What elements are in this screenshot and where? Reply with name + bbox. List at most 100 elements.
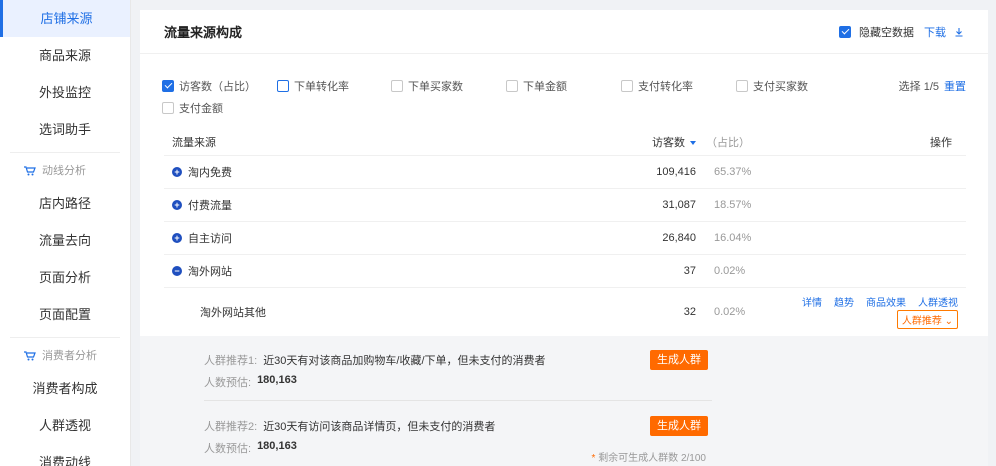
recommend-desc: 近30天有访问该商品详情页，但未支付的消费者 <box>263 421 496 433</box>
recommend-desc: 近30天有对该商品加购物车/收藏/下单，但未支付的消费者 <box>263 355 546 367</box>
source-name: 付费流量 <box>188 200 232 212</box>
remaining-text: 剩余可生成人群数 2/100 <box>598 453 706 464</box>
col-source-header: 流量来源 <box>172 136 216 149</box>
sidebar-item-product-source[interactable]: 商品来源 <box>0 37 130 74</box>
download-icon[interactable] <box>954 27 964 37</box>
panel-header: 流量来源构成 隐藏空数据 下载 <box>140 10 988 54</box>
table-header: 流量来源 访客数 （占比） 操作 <box>164 128 966 156</box>
crowd-recommend-label: 人群推荐 <box>901 316 942 327</box>
metric-checkbox[interactable] <box>277 80 289 92</box>
generate-crowd-button[interactable]: 生成人群 <box>650 350 708 370</box>
hide-empty-checkbox[interactable] <box>839 25 851 38</box>
visitors-value: 109,416 <box>656 166 696 178</box>
recommend-label: 人群推荐1: <box>204 355 258 367</box>
traffic-table: 流量来源 访客数 （占比） 操作 + 淘内免费 109,416 65.37% +… <box>164 128 966 336</box>
expand-icon[interactable]: + <box>172 167 182 177</box>
crowd-recommend-panel: 人群推荐1: 近30天有对该商品加购物车/收藏/下单，但未支付的消费者 人数预估… <box>140 336 988 466</box>
metric-checkbox[interactable] <box>506 80 518 92</box>
metric-checkbox[interactable] <box>162 102 174 114</box>
trend-link[interactable]: 趋势 <box>834 294 854 309</box>
detail-link[interactable]: 详情 <box>802 294 822 309</box>
metric-checkbox[interactable] <box>162 80 174 92</box>
table-sub-row: 淘外网站其他 32 0.02% 详情 趋势 商品效果 人群透视 人群推荐 ⌄ <box>164 288 966 336</box>
reset-link[interactable]: 重置 <box>944 78 966 94</box>
visitors-value: 26,840 <box>662 232 696 244</box>
sidebar-item-page-analysis[interactable]: 页面分析 <box>0 259 130 296</box>
metric-label: 访客数（占比） <box>179 81 256 93</box>
metric-order-buyers[interactable]: 下单买家数 <box>391 78 463 94</box>
col-visitors-label: 访客数 <box>652 136 685 149</box>
estimate-value: 180,163 <box>257 440 297 452</box>
sidebar-item-consumer-composition[interactable]: 消费者构成 <box>0 370 130 407</box>
crowd-recommend-dropdown[interactable]: 人群推荐 ⌄ <box>896 310 958 329</box>
metric-checkbox[interactable] <box>391 80 403 92</box>
row-actions: 详情 趋势 商品效果 人群透视 <box>802 294 958 309</box>
metric-order-amount[interactable]: 下单金额 <box>506 78 567 94</box>
sidebar-item-consumer-path[interactable]: 消费动线 <box>0 444 130 466</box>
cart-icon <box>24 166 36 176</box>
metric-label: 支付金额 <box>179 103 223 115</box>
pct-value: 0.02% <box>714 265 746 277</box>
pct-value: 0.02% <box>714 306 746 318</box>
col-op-header: 操作 <box>930 136 952 149</box>
collapse-icon[interactable]: − <box>172 266 182 276</box>
recommend-item-1: 人群推荐1: 近30天有对该商品加购物车/收藏/下单，但未支付的消费者 人数预估… <box>204 352 904 390</box>
product-effect-link[interactable]: 商品效果 <box>866 294 906 309</box>
visitors-value: 31,087 <box>662 199 696 211</box>
crowd-insight-link[interactable]: 人群透视 <box>918 294 958 309</box>
source-name: 淘内免费 <box>188 167 232 179</box>
sidebar-section-consumer: 消费者分析 <box>0 342 130 370</box>
estimate-label: 人数预估: <box>204 377 252 389</box>
download-link[interactable]: 下载 <box>924 24 946 40</box>
source-name: 自主访问 <box>188 233 232 245</box>
metric-checkbox[interactable] <box>736 80 748 92</box>
sidebar-item-store-path[interactable]: 店内路径 <box>0 185 130 222</box>
metric-label: 支付转化率 <box>638 81 693 93</box>
sidebar-section-flow: 动线分析 <box>0 157 130 185</box>
remaining-crowd-count: * 剩余可生成人群数 2/100 <box>592 449 707 464</box>
sidebar-item-traffic-destination[interactable]: 流量去向 <box>0 222 130 259</box>
page-title: 流量来源构成 <box>164 25 243 40</box>
metric-label: 下单买家数 <box>408 81 463 93</box>
hide-empty-label[interactable]: 隐藏空数据 <box>859 24 914 40</box>
expand-icon[interactable]: + <box>172 200 182 210</box>
remaining-star: * <box>591 453 596 464</box>
sidebar-divider <box>10 152 120 153</box>
metric-visitors[interactable]: 访客数（占比） <box>162 78 256 94</box>
metric-order-conversion[interactable]: 下单转化率 <box>277 78 349 94</box>
metric-pay-amount[interactable]: 支付金额 <box>162 100 223 116</box>
generate-crowd-button[interactable]: 生成人群 <box>650 416 708 436</box>
expand-icon[interactable]: + <box>172 233 182 243</box>
sidebar-item-external-monitor[interactable]: 外投监控 <box>0 74 130 111</box>
recommend-label: 人群推荐2: <box>204 421 258 433</box>
col-pct-header: （占比） <box>706 136 750 149</box>
pct-value: 16.04% <box>714 232 752 244</box>
recommend-divider <box>204 400 712 401</box>
selection-count: 选择 1/5 <box>898 81 939 93</box>
pct-value: 65.37% <box>714 166 752 178</box>
sidebar-section-label: 动线分析 <box>42 165 86 177</box>
source-name: 淘外网站其他 <box>200 307 266 319</box>
metric-label: 支付买家数 <box>753 81 808 93</box>
sidebar-item-keyword-helper[interactable]: 选词助手 <box>0 111 130 148</box>
sidebar-divider <box>10 337 120 338</box>
pct-value: 18.57% <box>714 199 752 211</box>
estimate-value: 180,163 <box>257 374 297 386</box>
source-name: 淘外网站 <box>188 266 232 278</box>
cart-icon <box>24 351 36 361</box>
selection-info: 选择 1/5 重置 <box>899 78 966 94</box>
metric-pay-conversion[interactable]: 支付转化率 <box>621 78 693 94</box>
recommend-item-2: 人群推荐2: 近30天有访问该商品详情页，但未支付的消费者 人数预估: 180,… <box>204 418 904 456</box>
sidebar-item-store-source[interactable]: 店铺来源 <box>0 0 130 37</box>
main-panel: 流量来源构成 隐藏空数据 下载 访客数（占比） 下单转化率 下单买家数 下单金额 <box>140 10 988 466</box>
sidebar-item-crowd-insight[interactable]: 人群透视 <box>0 407 130 444</box>
visitors-value: 37 <box>683 265 696 277</box>
table-row: + 淘内免费 109,416 65.37% <box>164 156 966 189</box>
metric-pay-buyers[interactable]: 支付买家数 <box>736 78 808 94</box>
col-visitors-header[interactable]: 访客数 <box>604 134 696 150</box>
sidebar-item-page-config[interactable]: 页面配置 <box>0 296 130 333</box>
table-row: − 淘外网站 37 0.02% <box>164 255 966 288</box>
header-actions: 隐藏空数据 下载 <box>839 24 964 40</box>
metric-checkbox[interactable] <box>621 80 633 92</box>
metric-label: 下单金额 <box>523 81 567 93</box>
